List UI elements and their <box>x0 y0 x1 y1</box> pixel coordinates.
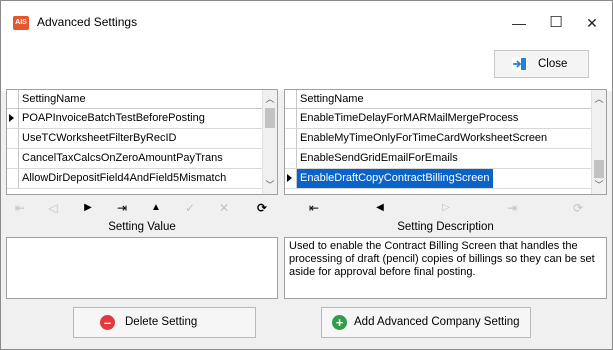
column-header-setting-name[interactable]: SettingName <box>300 93 364 105</box>
table-row-selected[interactable]: EnableDraftCopyContractBillingScreen <box>285 169 592 189</box>
left-grid-scrollbar[interactable]: ︿ ﹀ <box>262 90 277 194</box>
left-settings-grid[interactable]: SettingName POAPInvoiceBatchTestBeforePo… <box>6 89 278 195</box>
setting-value-label: Setting Value <box>108 221 176 233</box>
scroll-down-icon[interactable]: ﹀ <box>263 178 277 192</box>
refresh-icon[interactable]: ⟳ <box>568 197 588 219</box>
window-close-button[interactable]: ✕ <box>582 13 602 33</box>
setting-description-label: Setting Description <box>397 221 494 233</box>
table-row[interactable]: EnableMyTimeOnlyForTimeCardWorksheetScre… <box>285 129 592 149</box>
app-logo-icon: AIS <box>13 16 29 30</box>
post-edit-icon[interactable]: ✓ <box>180 197 200 219</box>
maximize-button[interactable]: ☐ <box>546 13 566 33</box>
table-cell[interactable]: EnableSendGridEmailForEmails <box>300 152 458 164</box>
header-row-selector <box>285 90 297 108</box>
table-row[interactable]: EnableTimeDelayForMARMailMergeProcess <box>285 109 592 129</box>
previous-record-icon[interactable]: ◁ <box>43 197 63 219</box>
left-grid-header[interactable]: SettingName <box>7 90 263 109</box>
current-row-indicator-icon <box>287 174 292 182</box>
minimize-button[interactable]: — <box>509 13 529 33</box>
remove-icon: – <box>100 315 115 330</box>
first-record-icon[interactable]: ⇤ <box>304 197 324 219</box>
right-grid-scrollbar[interactable]: ︿ ﹀ <box>591 90 606 194</box>
table-cell[interactable]: EnableDraftCopyContractBillingScreen <box>297 169 493 188</box>
table-cell[interactable]: EnableTimeDelayForMARMailMergeProcess <box>300 112 518 124</box>
close-button-label: Close <box>538 58 568 70</box>
column-header-setting-name[interactable]: SettingName <box>22 93 86 105</box>
last-record-icon[interactable]: ⇥ <box>112 197 132 219</box>
table-row[interactable]: AllowDirDepositField4AndField5Mismatch <box>7 169 263 189</box>
table-row[interactable]: UseTCWorksheetFilterByRecID <box>7 129 263 149</box>
previous-record-icon[interactable]: ◀ <box>370 197 390 219</box>
scroll-up-icon[interactable]: ︿ <box>592 92 606 106</box>
row-selector[interactable] <box>7 129 19 148</box>
table-cell[interactable]: CancelTaxCalcsOnZeroAmountPayTrans <box>22 152 223 164</box>
scroll-down-icon[interactable]: ﹀ <box>592 178 606 192</box>
table-row[interactable]: CancelTaxCalcsOnZeroAmountPayTrans <box>7 149 263 169</box>
add-company-setting-button[interactable]: + Add Advanced Company Setting <box>321 307 531 338</box>
header-row-selector <box>7 90 19 108</box>
row-selector[interactable] <box>7 169 19 188</box>
title-bar[interactable]: AIS Advanced Settings — ☐ ✕ <box>1 1 612 45</box>
window-title: Advanced Settings <box>37 15 138 29</box>
add-company-setting-label: Add Advanced Company Setting <box>354 316 520 328</box>
last-record-icon[interactable]: ⇥ <box>502 197 522 219</box>
row-selector[interactable] <box>285 109 297 128</box>
row-selector[interactable] <box>7 149 19 168</box>
delete-setting-label: Delete Setting <box>125 316 198 328</box>
next-record-icon[interactable]: ▶ <box>78 197 98 219</box>
setting-description-text: Used to enable the Contract Billing Scre… <box>289 240 595 278</box>
table-row[interactable]: POAPInvoiceBatchTestBeforePosting <box>7 109 263 129</box>
right-settings-grid[interactable]: SettingName EnableTimeDelayForMARMailMer… <box>284 89 607 195</box>
scroll-thumb[interactable] <box>594 160 604 178</box>
table-cell[interactable]: EnableMyTimeOnlyForTimeCardWorksheetScre… <box>300 132 547 144</box>
row-selector[interactable] <box>285 169 297 188</box>
row-selector[interactable] <box>285 129 297 148</box>
scroll-thumb[interactable] <box>265 108 275 128</box>
add-icon: + <box>332 315 347 330</box>
next-record-icon[interactable]: ▷ <box>436 197 456 219</box>
row-selector[interactable] <box>7 109 19 128</box>
table-row[interactable]: EnableSendGridEmailForEmails <box>285 149 592 169</box>
first-record-icon[interactable]: ⇤ <box>10 197 30 219</box>
scroll-up-icon[interactable]: ︿ <box>263 92 277 106</box>
advanced-settings-window: AIS Advanced Settings — ☐ ✕ Close Settin… <box>0 0 613 350</box>
table-cell[interactable]: AllowDirDepositField4AndField5Mismatch <box>22 172 226 184</box>
current-row-indicator-icon <box>9 114 14 122</box>
right-grid-header[interactable]: SettingName <box>285 90 592 109</box>
exit-door-icon <box>512 57 527 71</box>
right-navigator: ⇤ ◀ ▷ ⇥ ⟳ <box>284 197 607 219</box>
setting-description-field[interactable]: Used to enable the Contract Billing Scre… <box>284 237 607 299</box>
cancel-edit-icon[interactable]: ✕ <box>214 197 234 219</box>
row-selector[interactable] <box>285 149 297 168</box>
refresh-icon[interactable]: ⟳ <box>252 197 272 219</box>
close-button[interactable]: Close <box>494 50 589 78</box>
delete-setting-button[interactable]: – Delete Setting <box>73 307 256 338</box>
left-navigator: ⇤ ◁ ▶ ⇥ ▲ ✓ ✕ ⟳ <box>6 197 278 219</box>
insert-record-icon[interactable]: ▲ <box>146 197 166 219</box>
setting-value-field[interactable] <box>6 237 278 299</box>
table-cell[interactable]: UseTCWorksheetFilterByRecID <box>22 132 176 144</box>
table-cell[interactable]: POAPInvoiceBatchTestBeforePosting <box>22 112 205 124</box>
